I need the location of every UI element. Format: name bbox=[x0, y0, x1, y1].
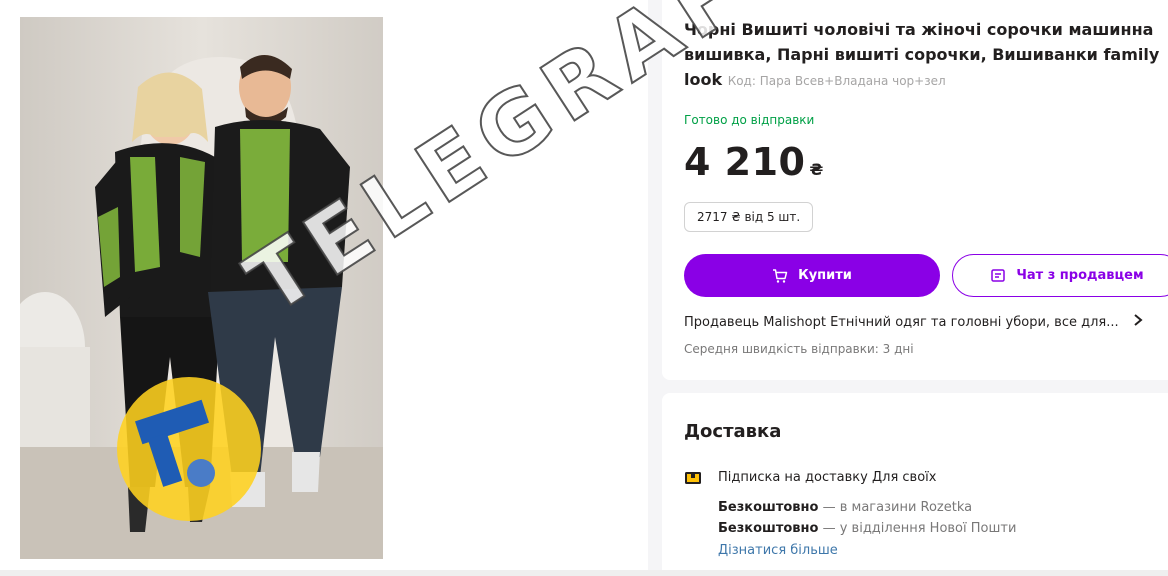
delivery-option-price: Безкоштовно bbox=[718, 521, 819, 536]
delivery-title: Доставка bbox=[684, 421, 782, 442]
delivery-option-text: — у відділення Нової Пошти bbox=[818, 521, 1017, 536]
price-value: 4 210 bbox=[684, 140, 806, 184]
delivery-box-icon bbox=[685, 472, 701, 484]
cart-icon bbox=[773, 268, 788, 283]
price-currency: ₴ bbox=[809, 160, 824, 179]
seller-link[interactable]: Продавець Malishopt Етнічний одяг та гол… bbox=[684, 315, 1154, 330]
delivery-option-nova-poshta: Безкоштовно — у відділення Нової Пошти bbox=[718, 521, 1016, 536]
product-gallery bbox=[0, 0, 648, 576]
chat-with-seller-button[interactable]: Чат з продавцем bbox=[952, 254, 1168, 297]
chevron-right-icon[interactable] bbox=[1132, 312, 1144, 331]
buy-button-label: Купити bbox=[798, 268, 852, 283]
chat-button-label: Чат з продавцем bbox=[1016, 268, 1144, 283]
product-code: Код: Пара Всев+Владана чор+зел bbox=[727, 74, 946, 88]
delivery-option-price: Безкоштовно bbox=[718, 500, 819, 515]
chat-icon bbox=[991, 268, 1006, 282]
page-bottom-divider bbox=[0, 570, 1168, 576]
shipping-speed: Середня швидкість відправки: 3 дні bbox=[684, 342, 914, 356]
product-info-card: Чорні Вишиті чоловічі та жіночі сорочки … bbox=[662, 0, 1168, 380]
product-price: 4 210 ₴ bbox=[684, 140, 824, 184]
product-title: Чорні Вишиті чоловічі та жіночі сорочки … bbox=[684, 17, 1164, 94]
delivery-subscription: Підписка на доставку Для своїх bbox=[718, 470, 937, 485]
product-photo[interactable] bbox=[20, 17, 383, 559]
delivery-option-text: — в магазини Rozetka bbox=[818, 500, 973, 515]
wholesale-price-badge[interactable]: 2717 ₴ від 5 шт. bbox=[684, 202, 814, 232]
availability-status: Готово до відправки bbox=[684, 113, 815, 127]
delivery-option-rozetka: Безкоштовно — в магазини Rozetka bbox=[718, 500, 972, 515]
couple-in-embroidered-shirts-image bbox=[20, 17, 383, 559]
delivery-card: Доставка Підписка на доставку Для своїх … bbox=[662, 393, 1168, 576]
learn-more-link[interactable]: Дізнатися більше bbox=[718, 543, 838, 558]
buy-button[interactable]: Купити bbox=[684, 254, 940, 297]
